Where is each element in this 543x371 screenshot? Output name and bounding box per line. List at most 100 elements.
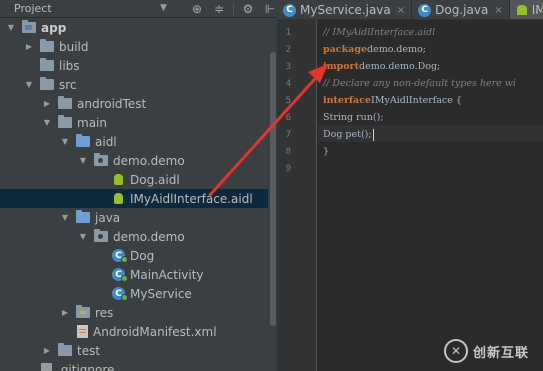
project-scrollbar-thumb[interactable] xyxy=(270,52,276,326)
package-icon xyxy=(94,153,108,166)
expand-arrow-icon[interactable]: ▼ xyxy=(60,137,70,147)
code-line-5[interactable]: interface IMyAidlInterface { xyxy=(323,92,462,109)
folder-icon xyxy=(58,343,72,356)
keyword-package: package xyxy=(323,44,368,55)
code-line-8[interactable]: } xyxy=(323,143,329,160)
tree-item-aidl-package[interactable]: ▼ demo.demo xyxy=(0,151,268,170)
expand-arrow-icon[interactable]: ▼ xyxy=(78,156,88,166)
code-line-2[interactable]: package demo.demo; xyxy=(323,41,426,58)
code-text: IMyAidlInterface { xyxy=(371,95,462,106)
collapse-all-icon[interactable]: ≑ xyxy=(208,1,230,17)
tree-item-label: Dog xyxy=(130,248,155,263)
comment-text: // IMyAidlInterface.aidl xyxy=(323,27,436,38)
watermark-text: 创新互联 xyxy=(473,345,530,361)
project-panel: Project ▼ ⊕ ≑ ⚙ ⊩ ▼ app ▶ build libs ▼ s… xyxy=(0,0,277,371)
close-icon[interactable]: × xyxy=(397,5,405,16)
tree-item-dog-class[interactable]: C Dog xyxy=(0,246,268,265)
tree-item-label: aidl xyxy=(95,134,117,149)
code-line-1[interactable]: // IMyAidlInterface.aidl xyxy=(323,24,435,41)
tree-item-dog-aidl[interactable]: Dog.aidl xyxy=(0,170,268,189)
class-icon: C xyxy=(418,3,432,17)
expand-arrow-icon[interactable]: ▶ xyxy=(24,42,34,52)
tree-item-label: demo.demo xyxy=(113,229,185,244)
expand-arrow-icon[interactable]: ▼ xyxy=(6,23,16,33)
code-text: demo.demo; xyxy=(367,44,426,55)
tree-item-label: test xyxy=(77,343,101,358)
android-file-icon xyxy=(516,4,528,16)
line-number: 2 xyxy=(285,45,291,55)
expand-arrow-icon[interactable]: ▶ xyxy=(42,346,52,356)
android-file-icon xyxy=(112,192,125,205)
tree-item-res[interactable]: ▶ res xyxy=(0,303,268,322)
code-line-7[interactable]: Dog pet(); xyxy=(323,126,374,143)
tree-item-label: androidTest xyxy=(77,96,147,111)
tree-item-mainactivity-class[interactable]: C MainActivity xyxy=(0,265,268,284)
folder-icon xyxy=(40,58,54,71)
code-line-4[interactable]: // Declare any non-default types here wi xyxy=(323,75,516,92)
tab-imyaidlinterface-aidl[interactable]: IMy xyxy=(509,0,543,19)
tree-item-gitignore[interactable]: .gitignore xyxy=(0,360,268,371)
tree-item-androidtest[interactable]: ▶ androidTest xyxy=(0,94,268,113)
line-number: 7 xyxy=(285,130,291,140)
expand-arrow-icon xyxy=(24,61,34,71)
expand-arrow-icon[interactable]: ▶ xyxy=(60,308,70,318)
xml-file-icon xyxy=(77,325,88,338)
expand-arrow-icon[interactable]: ▼ xyxy=(60,213,70,223)
expand-arrow-icon[interactable]: ▼ xyxy=(42,118,52,128)
line-number: 8 xyxy=(285,147,291,157)
sync-scroll-icon[interactable]: ⊕ xyxy=(186,1,208,17)
tab-label: MyService.java xyxy=(300,3,391,17)
tree-item-label: app xyxy=(41,20,67,35)
tree-item-label: java xyxy=(95,210,121,225)
tree-item-androidmanifest[interactable]: AndroidManifest.xml xyxy=(0,322,268,341)
tree-item-app[interactable]: ▼ app xyxy=(0,18,268,37)
tree-item-label: IMyAidlInterface.aidl xyxy=(130,191,253,206)
tree-item-aidl[interactable]: ▼ aidl xyxy=(0,132,268,151)
text-cursor xyxy=(372,128,374,141)
editor-tabs: C MyService.java × C Dog.java × IMy xyxy=(277,0,543,20)
tree-item-libs[interactable]: libs xyxy=(0,56,268,75)
tree-item-main[interactable]: ▼ main xyxy=(0,113,268,132)
gear-icon[interactable]: ⚙ xyxy=(237,1,259,17)
project-panel-header: Project ▼ ⊕ ≑ ⚙ ⊩ xyxy=(0,0,277,18)
tree-item-label: demo.demo xyxy=(113,153,185,168)
code-text: Dog pet(); xyxy=(323,129,372,140)
code-line-6[interactable]: String run(); xyxy=(323,109,384,126)
tree-item-java[interactable]: ▼ java xyxy=(0,208,268,227)
line-number: 3 xyxy=(285,62,291,72)
tree-item-java-package[interactable]: ▼ demo.demo xyxy=(0,227,268,246)
tree-item-label: MyService xyxy=(130,286,192,301)
android-file-icon xyxy=(112,173,125,186)
tree-item-src[interactable]: ▼ src xyxy=(0,75,268,94)
toolbar-separator xyxy=(233,3,234,15)
expand-arrow-icon[interactable]: ▶ xyxy=(42,99,52,109)
tree-item-label: main xyxy=(77,115,107,130)
code-line-3[interactable]: import demo.demo.Dog; xyxy=(323,58,440,75)
folder-icon xyxy=(58,96,72,109)
line-number: 6 xyxy=(285,113,291,123)
tree-item-test[interactable]: ▶ test xyxy=(0,341,268,360)
code-text: String run(); xyxy=(323,112,384,123)
folder-icon xyxy=(58,115,72,128)
tab-myservice-java[interactable]: C MyService.java × xyxy=(277,0,413,19)
project-panel-title[interactable]: Project xyxy=(0,2,52,15)
keyword-import: import xyxy=(323,61,360,72)
tree-item-label: libs xyxy=(59,58,80,73)
tree-item-imyaidlinterface-aidl[interactable]: IMyAidlInterface.aidl xyxy=(0,189,268,208)
line-number: 9 xyxy=(285,164,291,174)
watermark: ✕ 创新互联 xyxy=(444,337,543,365)
expand-arrow-icon[interactable]: ▼ xyxy=(78,232,88,242)
tree-item-build[interactable]: ▶ build xyxy=(0,37,268,56)
hide-panel-icon[interactable]: ⊩ xyxy=(259,1,277,17)
tree-item-label: src xyxy=(59,77,77,92)
project-view-dropdown-icon[interactable]: ▼ xyxy=(160,3,167,13)
close-icon[interactable]: × xyxy=(494,5,502,16)
class-icon: C xyxy=(112,268,128,282)
line-number: 4 xyxy=(285,79,291,89)
tree-item-myservice-class[interactable]: C MyService xyxy=(0,284,268,303)
expand-arrow-icon[interactable]: ▼ xyxy=(24,80,34,90)
project-panel-toolbar: ⊕ ≑ ⚙ ⊩ xyxy=(186,1,277,17)
tab-label: Dog.java xyxy=(435,3,489,17)
tab-dog-java[interactable]: C Dog.java × xyxy=(412,0,510,19)
source-folder-icon xyxy=(76,210,90,223)
